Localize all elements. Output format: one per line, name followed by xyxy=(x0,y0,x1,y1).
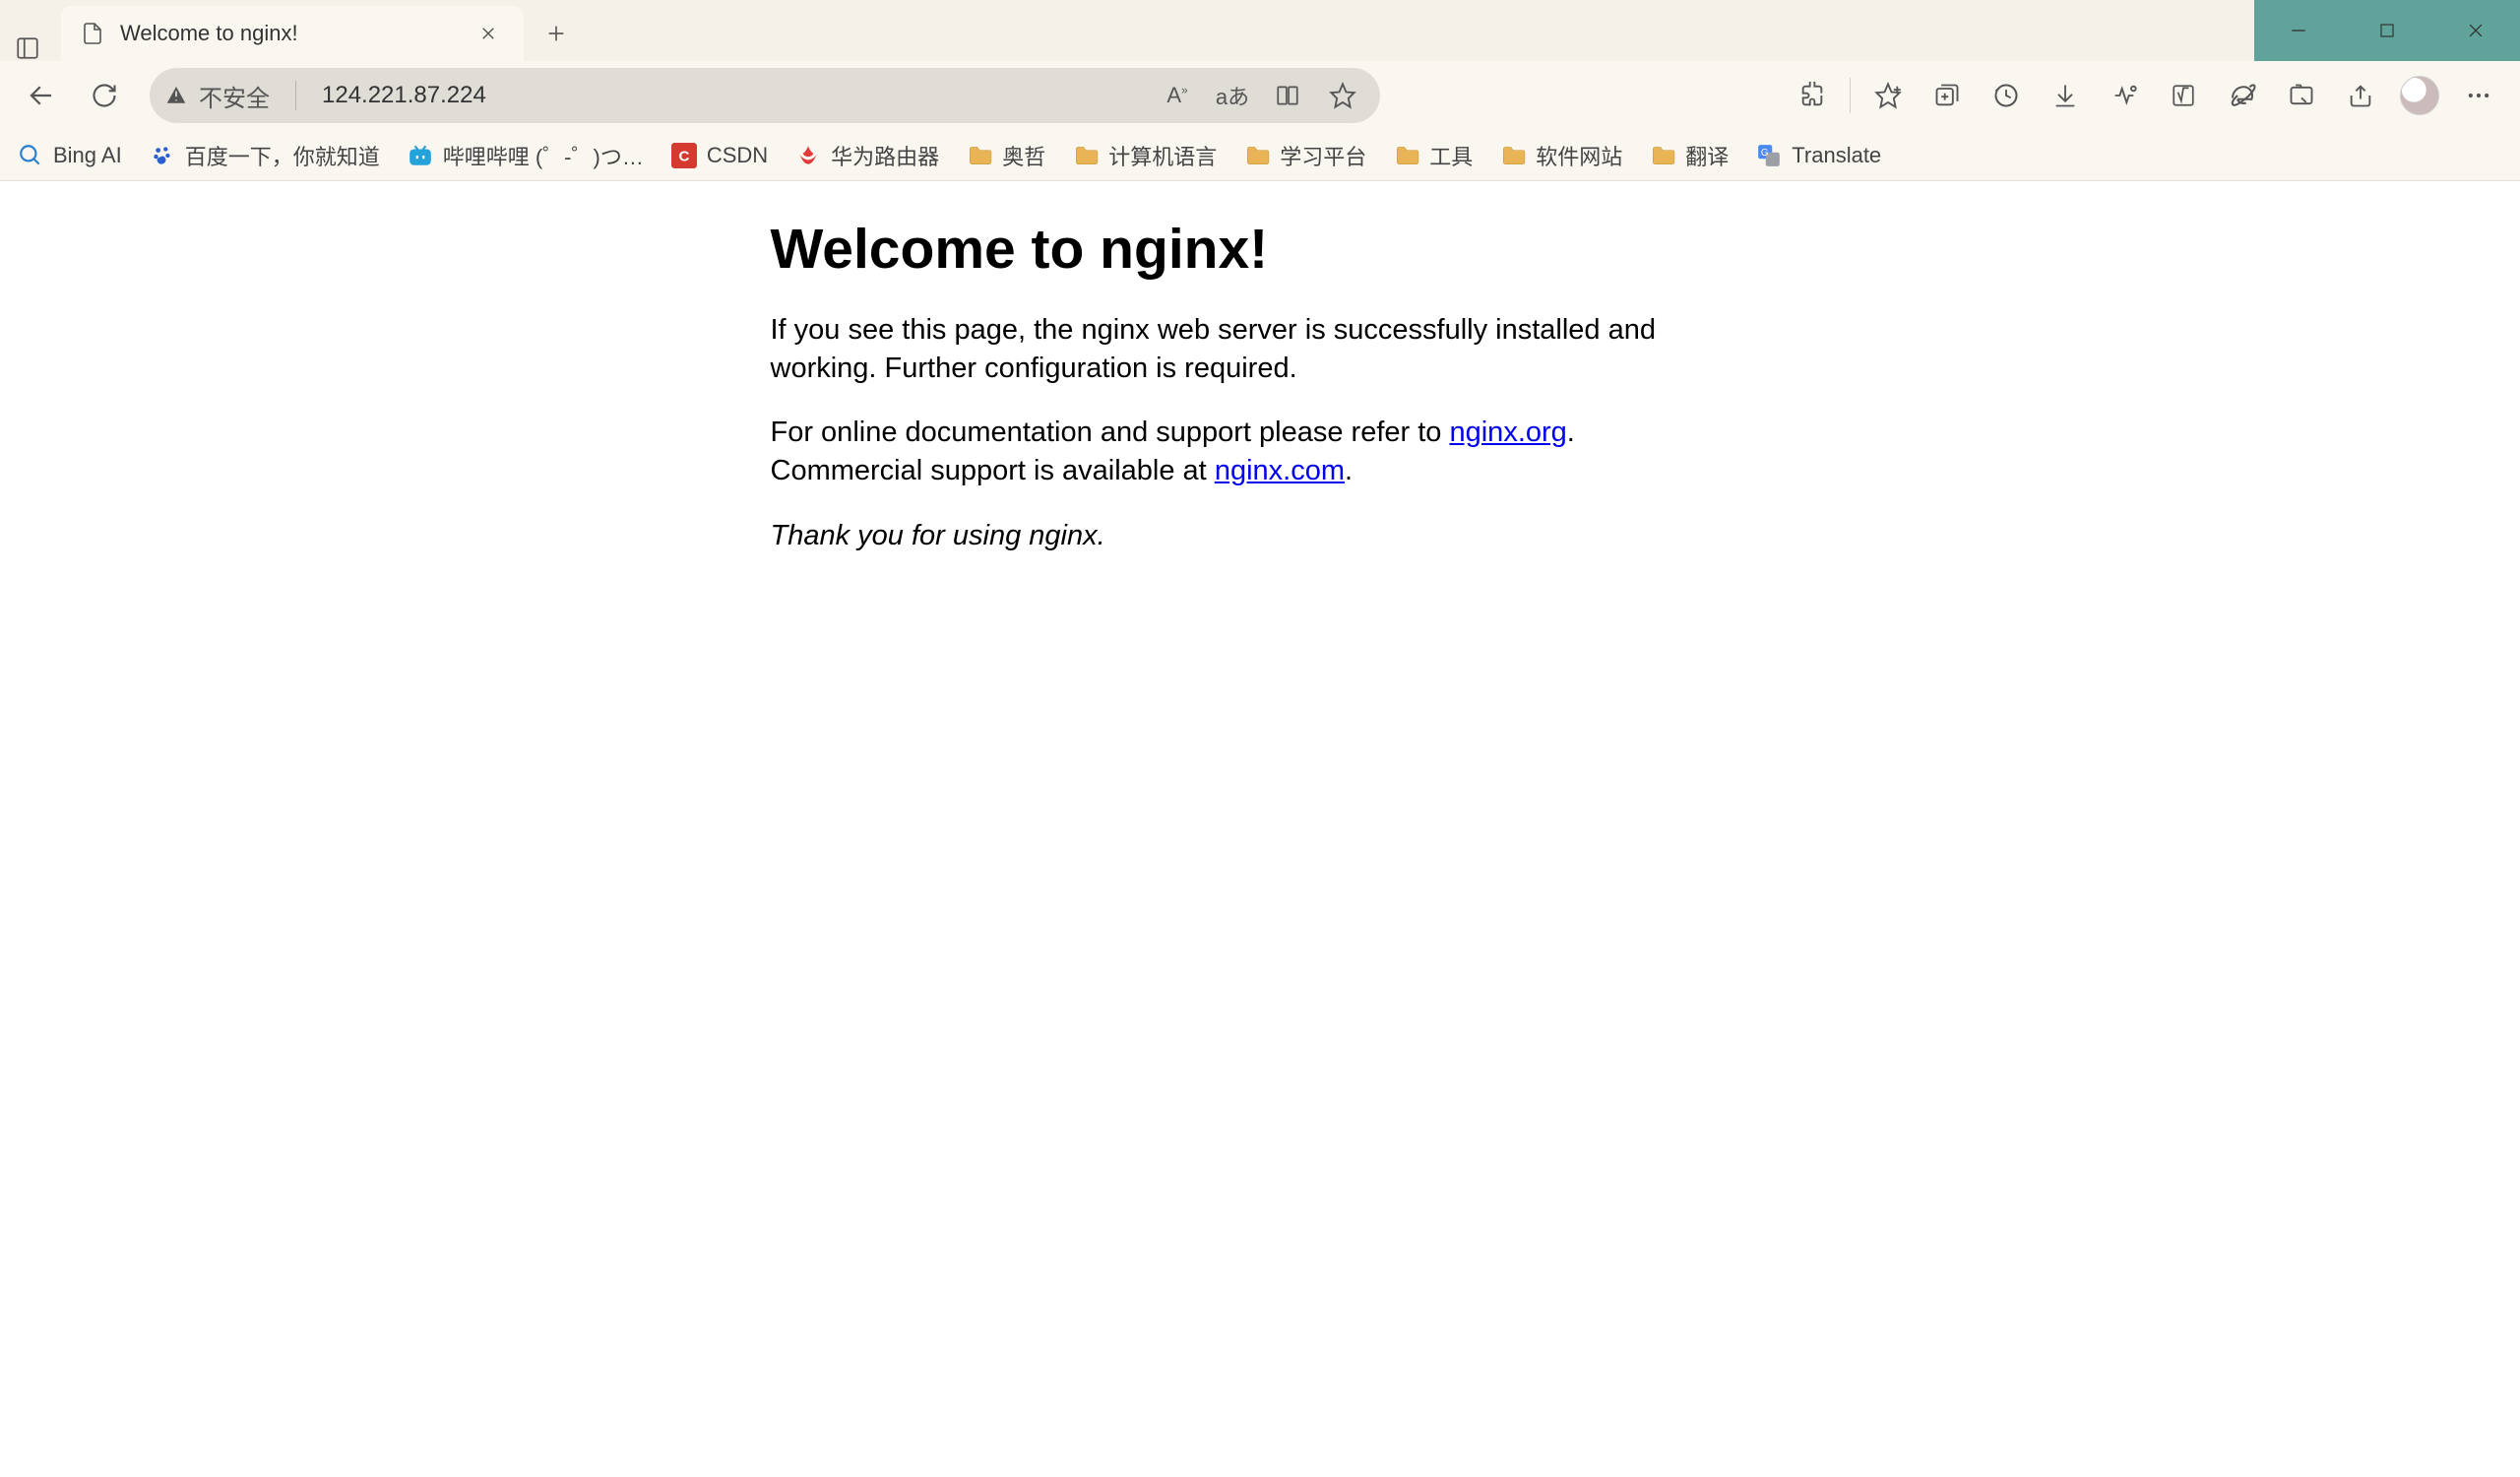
page-paragraph-1: If you see this page, the nginx web serv… xyxy=(771,311,1750,388)
minimize-button[interactable] xyxy=(2254,0,2343,61)
warning-icon xyxy=(163,83,189,108)
close-window-button[interactable] xyxy=(2431,0,2520,61)
performance-icon[interactable] xyxy=(2097,68,2152,123)
bookmark-label: 工具 xyxy=(1429,140,1473,171)
downloads-icon[interactable] xyxy=(2038,68,2093,123)
bookmark-item[interactable]: 学习平台 xyxy=(1244,140,1366,171)
page-thanks: Thank you for using nginx. xyxy=(771,517,1750,555)
avatar-image xyxy=(2400,76,2439,115)
window-controls xyxy=(2254,0,2520,61)
address-bar[interactable]: 不安全 124.221.87.224 A» aあ xyxy=(150,68,1380,123)
bookmark-label: 计算机语言 xyxy=(1108,140,1217,171)
bilibili-icon xyxy=(408,143,433,168)
back-button[interactable] xyxy=(14,68,69,123)
bookmark-item[interactable]: 工具 xyxy=(1394,140,1473,171)
toolbar-right xyxy=(1785,68,2506,123)
bookmark-label: 奥哲 xyxy=(1002,140,1045,171)
bookmark-item[interactable]: G Translate xyxy=(1756,143,1881,168)
titlebar: Welcome to nginx! xyxy=(0,0,2520,61)
bookmark-label: Bing AI xyxy=(53,143,122,168)
bookmark-label: Translate xyxy=(1792,143,1881,168)
bookmark-label: CSDN xyxy=(707,143,768,168)
refresh-button[interactable] xyxy=(77,68,132,123)
divider xyxy=(1850,78,1851,113)
collections-icon[interactable] xyxy=(1920,68,1975,123)
folder-icon xyxy=(1394,143,1419,168)
folder-icon xyxy=(1244,143,1270,168)
maximize-button[interactable] xyxy=(2343,0,2431,61)
translate-icon[interactable]: aあ xyxy=(1209,72,1256,119)
bookmark-item[interactable]: 翻译 xyxy=(1650,140,1729,171)
extensions-icon[interactable] xyxy=(1785,68,1840,123)
bookmarks-bar: Bing AI 百度一下，你就知道 哔哩哔哩 (゜-゜)つ… C CSDN 华为路由器 奥哲… xyxy=(0,130,2520,181)
csdn-icon: C xyxy=(671,143,697,168)
bookmark-label: 百度一下，你就知道 xyxy=(185,140,380,171)
share-icon[interactable] xyxy=(2333,68,2388,123)
folder-icon xyxy=(1073,143,1099,168)
svg-text:G: G xyxy=(1761,148,1769,159)
tabs-area: Welcome to nginx! xyxy=(0,0,2254,61)
history-icon[interactable] xyxy=(1979,68,2034,123)
page-heading: Welcome to nginx! xyxy=(771,217,1750,282)
search-icon xyxy=(18,143,43,168)
more-menu-icon[interactable] xyxy=(2451,68,2506,123)
baidu-icon xyxy=(150,143,175,168)
page-content: Welcome to nginx! If you see this page, … xyxy=(0,181,2520,1477)
page-paragraph-2: For online documentation and support ple… xyxy=(771,414,1750,490)
read-aloud-icon[interactable]: A» xyxy=(1154,72,1201,119)
tab-close-button[interactable] xyxy=(474,20,502,47)
bookmark-item[interactable]: 计算机语言 xyxy=(1073,140,1217,171)
new-tab-button[interactable] xyxy=(532,6,581,61)
toolbar: 不安全 124.221.87.224 A» aあ xyxy=(0,61,2520,130)
tab-title: Welcome to nginx! xyxy=(120,21,461,46)
split-screen-icon[interactable] xyxy=(1264,72,1311,119)
gtranslate-icon: G xyxy=(1756,143,1782,168)
bookmark-label: 软件网站 xyxy=(1536,140,1622,171)
math-solver-icon[interactable] xyxy=(2156,68,2211,123)
bookmark-item[interactable]: Bing AI xyxy=(18,143,122,168)
bookmark-label: 翻译 xyxy=(1685,140,1729,171)
address-left: 不安全 124.221.87.224 xyxy=(163,79,1154,113)
security-status[interactable]: 不安全 xyxy=(163,79,270,113)
folder-icon xyxy=(967,143,992,168)
address-right: A» aあ xyxy=(1154,72,1366,119)
browser-tab[interactable]: Welcome to nginx! xyxy=(61,6,524,61)
bookmark-item[interactable]: C CSDN xyxy=(671,143,768,168)
bookmark-label: 学习平台 xyxy=(1280,140,1366,171)
url-text: 124.221.87.224 xyxy=(322,82,486,109)
bookmark-item[interactable]: 百度一下，你就知道 xyxy=(150,140,380,171)
screenshot-icon[interactable] xyxy=(2274,68,2329,123)
bookmark-item[interactable]: 软件网站 xyxy=(1500,140,1622,171)
file-icon xyxy=(79,20,106,47)
bookmark-item[interactable]: 华为路由器 xyxy=(795,140,939,171)
bookmark-item[interactable]: 奥哲 xyxy=(967,140,1045,171)
nginx-page: Welcome to nginx! If you see this page, … xyxy=(771,217,1750,555)
security-label: 不安全 xyxy=(199,79,270,113)
profile-avatar[interactable] xyxy=(2392,68,2447,123)
svg-text:C: C xyxy=(678,148,689,164)
favorites-icon[interactable] xyxy=(1860,68,1916,123)
folder-icon xyxy=(1500,143,1526,168)
bookmark-label: 哔哩哔哩 (゜-゜)つ… xyxy=(443,140,644,171)
favorite-icon[interactable] xyxy=(1319,72,1366,119)
bookmark-label: 华为路由器 xyxy=(831,140,939,171)
huawei-icon xyxy=(795,143,821,168)
link-nginx-org[interactable]: nginx.org xyxy=(1449,417,1566,448)
separator xyxy=(295,81,296,110)
folder-icon xyxy=(1650,143,1675,168)
link-nginx-com[interactable]: nginx.com xyxy=(1215,455,1345,486)
vertical-tabs-button[interactable] xyxy=(0,35,55,61)
bookmark-item[interactable]: 哔哩哔哩 (゜-゜)つ… xyxy=(408,140,644,171)
ie-mode-icon[interactable] xyxy=(2215,68,2270,123)
